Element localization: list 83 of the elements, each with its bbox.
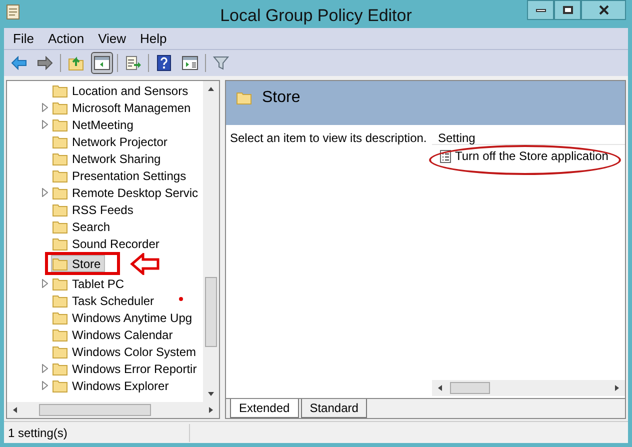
tree-item[interactable]: Tablet PC: [51, 275, 128, 292]
pointer-arrow-icon: [130, 252, 160, 274]
menu-item[interactable]: File: [8, 28, 39, 48]
folder-icon: [52, 186, 68, 200]
scroll-right-arrow-icon[interactable]: [613, 384, 621, 392]
menu-item[interactable]: Action: [42, 28, 90, 48]
tree-item[interactable]: Location and Sensors: [51, 82, 192, 99]
folder-icon: [52, 344, 68, 358]
scroll-down-arrow-icon[interactable]: [207, 390, 215, 398]
status-text: 1 setting(s): [4, 424, 190, 442]
folder-icon: [52, 84, 68, 98]
scrollbar-thumb[interactable]: [450, 382, 490, 394]
minimize-button[interactable]: [527, 0, 554, 20]
close-icon: [598, 5, 608, 15]
tree-item[interactable]: Network Sharing: [51, 150, 165, 167]
setting-item[interactable]: Turn off the Store application: [432, 145, 625, 167]
window-view-icon: [182, 56, 198, 70]
folder-icon: [52, 220, 68, 234]
tree-item[interactable]: RSS Feeds: [51, 201, 138, 218]
filter-icon: [213, 55, 229, 71]
pane-icon: [94, 56, 110, 70]
tree-item[interactable]: Task Scheduler: [51, 292, 158, 309]
scroll-left-arrow-icon[interactable]: [436, 384, 444, 392]
scrollbar-thumb[interactable]: [205, 276, 217, 346]
tree-item[interactable]: NetMeeting: [51, 116, 138, 133]
folder-icon: [52, 100, 68, 114]
setting-icon: [440, 150, 451, 162]
tree-item[interactable]: Network Projector: [51, 133, 172, 150]
tree-item[interactable]: Windows Calendar: [51, 326, 177, 343]
tree-item[interactable]: Sound Recorder: [51, 235, 164, 252]
description-text: Select an item to view its description.: [229, 130, 428, 147]
horizontal-scrollbar[interactable]: [432, 380, 625, 396]
expand-arrow-icon[interactable]: [42, 103, 48, 112]
folder-icon: [52, 256, 68, 270]
scrollbar-thumb[interactable]: [39, 404, 151, 416]
tree-item[interactable]: Windows Color System: [51, 343, 200, 360]
folder-icon: [52, 328, 68, 342]
header-title: Store: [262, 88, 300, 108]
forward-arrow-icon: [37, 56, 53, 70]
scroll-up-arrow-icon[interactable]: [207, 85, 215, 93]
folder-icon: [52, 202, 68, 216]
expand-arrow-icon[interactable]: [42, 279, 48, 288]
window-title: Local Group Policy Editor: [219, 5, 413, 27]
toolbar-pane-button[interactable]: [91, 52, 113, 74]
folder-icon: [52, 276, 68, 290]
folder-up-icon: [68, 55, 84, 71]
expand-arrow-icon[interactable]: [42, 120, 48, 129]
menu-item[interactable]: View: [93, 28, 132, 48]
tree-item[interactable]: Presentation Settings: [51, 167, 190, 184]
export-list-icon: [125, 55, 141, 71]
folder-icon: [52, 310, 68, 324]
folder-icon: [52, 134, 68, 148]
horizontal-scrollbar[interactable]: [7, 402, 219, 418]
scroll-left-arrow-icon[interactable]: [11, 406, 19, 414]
folder-icon: [52, 378, 68, 392]
folder-icon: [236, 91, 252, 105]
tree-item[interactable]: Remote Desktop Servic: [51, 184, 202, 201]
view-tab[interactable]: Extended: [230, 399, 299, 418]
folder-icon: [52, 118, 68, 132]
expand-arrow-icon[interactable]: [42, 364, 48, 373]
folder-icon: [52, 362, 68, 376]
expand-arrow-icon[interactable]: [42, 381, 48, 390]
menu-item[interactable]: Help: [135, 28, 172, 48]
tree-item[interactable]: Store: [51, 255, 105, 272]
help-icon: [157, 55, 171, 71]
tree-item[interactable]: Windows Error Reportir: [51, 360, 201, 377]
app-icon: [6, 4, 20, 20]
expand-arrow-icon[interactable]: [42, 188, 48, 197]
tree-item[interactable]: Windows Explorer: [51, 377, 173, 394]
folder-icon: [52, 168, 68, 182]
folder-icon: [52, 236, 68, 250]
maximize-button[interactable]: [554, 0, 581, 20]
tree-item[interactable]: Microsoft Managemen: [51, 99, 195, 116]
close-button[interactable]: [581, 0, 626, 20]
tree-item[interactable]: Windows Anytime Upg: [51, 309, 196, 326]
tree-item[interactable]: Search: [51, 218, 114, 235]
scroll-right-arrow-icon[interactable]: [207, 406, 215, 414]
back-arrow-icon: [11, 56, 27, 70]
folder-icon: [52, 152, 68, 166]
view-tab[interactable]: Standard: [300, 399, 368, 418]
column-header: Setting: [432, 125, 625, 145]
vertical-scrollbar[interactable]: [203, 81, 219, 402]
folder-icon: [52, 294, 68, 308]
